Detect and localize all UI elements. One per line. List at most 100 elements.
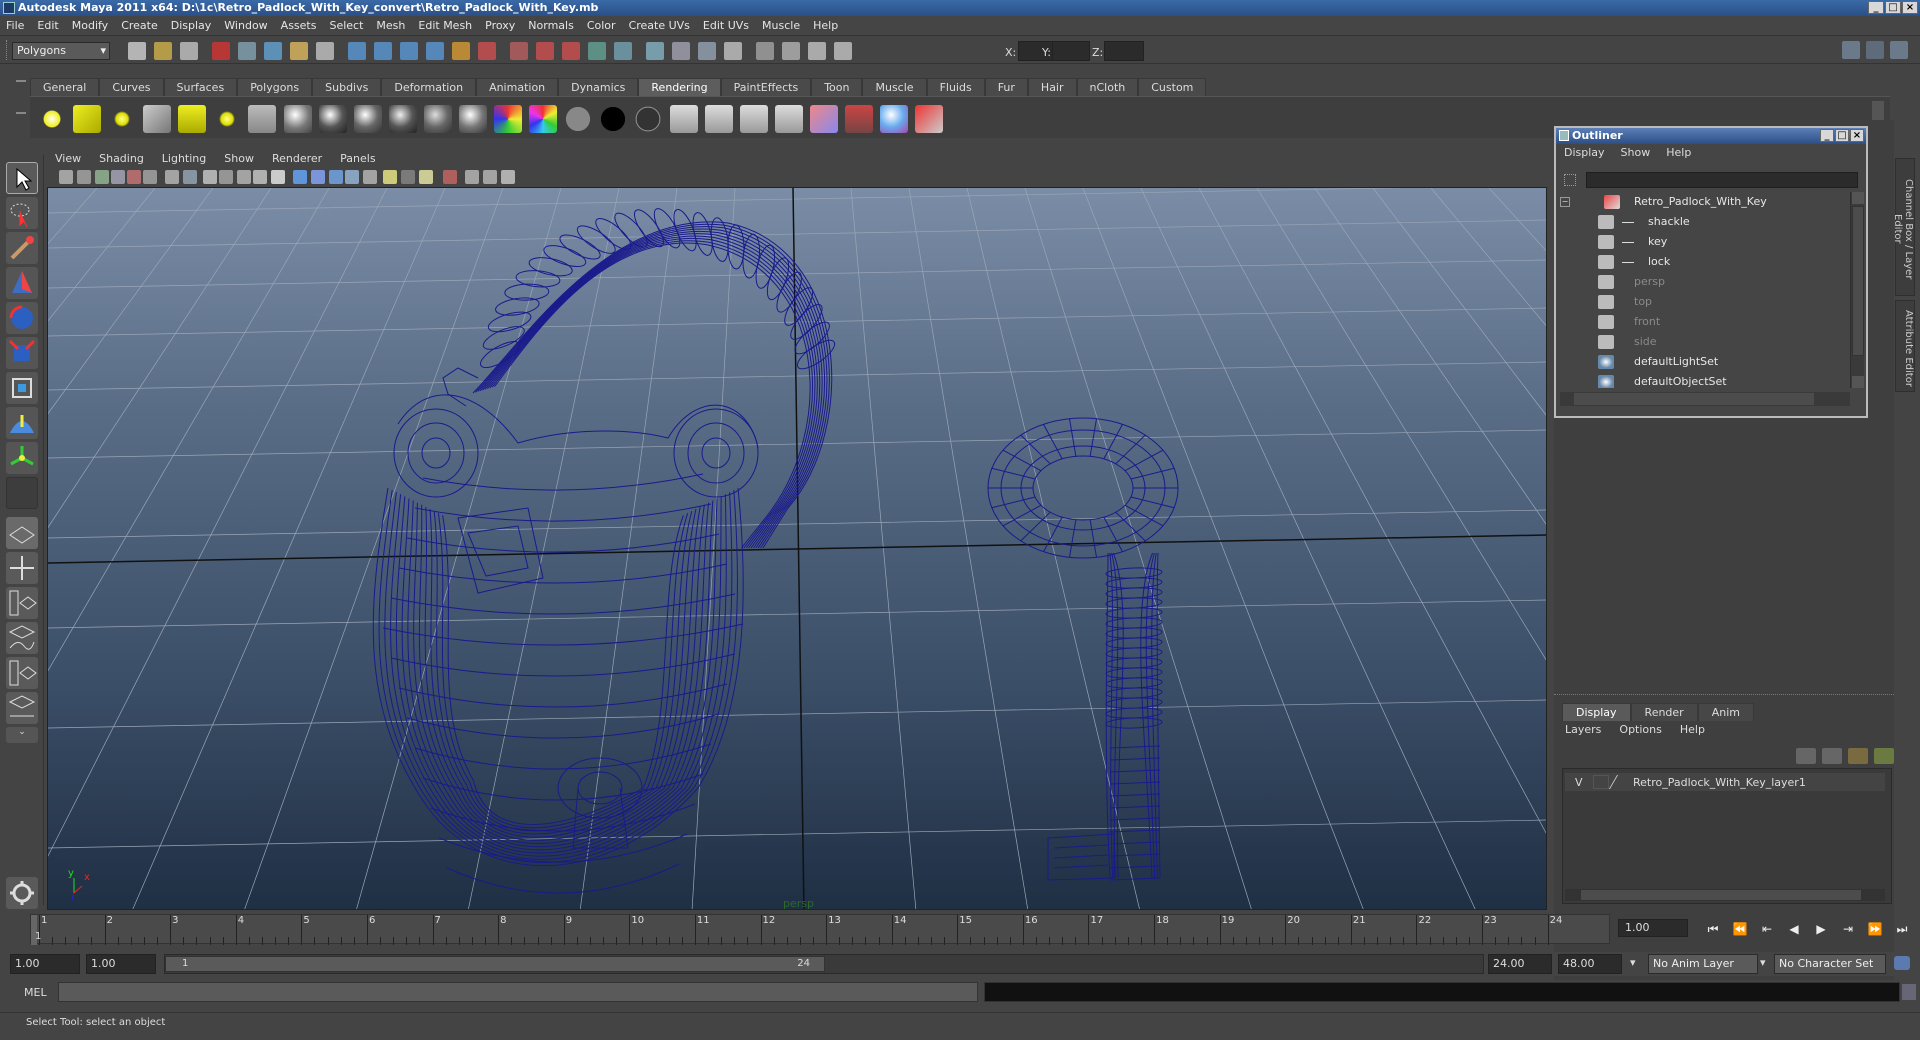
shelf-tab-muscle[interactable]: Muscle xyxy=(862,78,927,96)
field-chart-icon[interactable] xyxy=(237,170,251,184)
panel-menu-panels[interactable]: Panels xyxy=(340,152,375,165)
highlight-selection-icon[interactable] xyxy=(316,42,334,60)
attribute-editor-icon[interactable] xyxy=(724,42,742,60)
phong-e-material-icon[interactable] xyxy=(389,105,417,133)
scroll-up-arrow-icon[interactable] xyxy=(1852,192,1864,204)
script-editor-button-icon[interactable] xyxy=(1902,984,1916,1000)
universal-manipulator-icon[interactable] xyxy=(6,372,38,404)
show-hypershade-icon[interactable] xyxy=(672,42,690,60)
menu-modify[interactable]: Modify xyxy=(72,19,108,32)
attribute-editor-side-tab[interactable]: Attribute Editor xyxy=(1895,300,1915,392)
textured-icon[interactable] xyxy=(363,170,377,184)
range-slider-track[interactable]: 1 24 xyxy=(164,954,1484,974)
play-forwards-icon[interactable]: ▶ xyxy=(1810,920,1832,938)
menu-file[interactable]: File xyxy=(6,19,24,32)
grease-pencil-icon[interactable] xyxy=(143,170,157,184)
menu-create-uvs[interactable]: Create UVs xyxy=(629,19,690,32)
viewport-canvas[interactable]: persp y x xyxy=(48,188,1547,910)
step-forward-key-icon[interactable]: ⇥ xyxy=(1837,920,1859,938)
character-set-dropdown[interactable]: No Character Set xyxy=(1774,954,1886,974)
shelf-tab-polygons[interactable]: Polygons xyxy=(237,78,313,96)
backface-cull-icon[interactable] xyxy=(501,170,515,184)
shelf-tab-rendering[interactable]: Rendering xyxy=(638,78,721,96)
shelf-tab-fur[interactable]: Fur xyxy=(984,78,1028,96)
paint-effects-icon[interactable] xyxy=(880,105,908,133)
render-current-frame-icon[interactable] xyxy=(670,105,698,133)
ambient-light-icon[interactable] xyxy=(38,105,66,133)
show-channel-box-icon[interactable] xyxy=(1890,41,1908,59)
animation-start-field[interactable]: 1.00 xyxy=(10,954,80,974)
save-scene-icon[interactable] xyxy=(180,42,198,60)
anim-layer-dropdown[interactable]: No Anim Layer xyxy=(1648,954,1758,974)
construction-history-icon[interactable] xyxy=(562,42,580,60)
layer-row[interactable]: V Retro_Padlock_With_Key_layer1 xyxy=(1565,773,1885,791)
playback-start-field[interactable]: 1.00 xyxy=(86,954,156,974)
isolate-select-icon[interactable] xyxy=(443,170,457,184)
layer-menu-layers[interactable]: Layers xyxy=(1565,723,1601,736)
relative-transform-icon[interactable] xyxy=(834,42,852,60)
shelf-tab-general[interactable]: General xyxy=(30,78,100,96)
layout-four-panes-icon[interactable] xyxy=(6,552,38,584)
image-plane-icon[interactable] xyxy=(111,170,125,184)
safe-title-icon[interactable] xyxy=(271,170,285,184)
light-rig-icon[interactable] xyxy=(248,105,276,133)
snap-curve-icon[interactable] xyxy=(374,42,392,60)
render-settings-icon[interactable] xyxy=(740,105,768,133)
select-by-hierarchy-icon[interactable] xyxy=(212,42,230,60)
menu-muscle[interactable]: Muscle xyxy=(762,19,800,32)
outliner-scroll-thumb[interactable] xyxy=(1852,206,1864,356)
script-editor-icon[interactable] xyxy=(6,877,38,909)
outliner-item[interactable]: persp xyxy=(1556,272,1846,292)
render-frame-icon[interactable] xyxy=(588,42,606,60)
output-ops-icon[interactable] xyxy=(536,42,554,60)
open-scene-icon[interactable] xyxy=(154,42,172,60)
outliner-menu-show[interactable]: Show xyxy=(1621,144,1651,162)
menu-edit[interactable]: Edit xyxy=(37,19,58,32)
layer-menu-help[interactable]: Help xyxy=(1680,723,1705,736)
show-tool-settings-icon[interactable] xyxy=(1866,41,1884,59)
show-attribute-editor-icon[interactable] xyxy=(1842,41,1860,59)
layered-shader-icon[interactable] xyxy=(494,105,522,133)
safe-action-icon[interactable] xyxy=(253,170,267,184)
layout-persp-graph-icon[interactable] xyxy=(6,622,38,654)
wireframe-icon[interactable] xyxy=(293,170,307,184)
pane-separator[interactable] xyxy=(1554,694,1894,698)
shelf-tab-painteffects[interactable]: PaintEffects xyxy=(720,78,812,96)
2d-pan-zoom-icon[interactable] xyxy=(127,170,141,184)
resolution-gate-icon[interactable] xyxy=(203,170,217,184)
layer-tab-display[interactable]: Display xyxy=(1562,703,1631,721)
z-field[interactable] xyxy=(1104,41,1144,61)
tool-settings-icon[interactable] xyxy=(782,42,800,60)
panel-menu-shading[interactable]: Shading xyxy=(99,152,144,165)
outliner-item[interactable]: − Retro_Padlock_With_Key xyxy=(1556,192,1846,212)
directional-light-icon[interactable] xyxy=(73,105,101,133)
area-light-icon[interactable] xyxy=(178,105,206,133)
outliner-menu-display[interactable]: Display xyxy=(1564,144,1605,162)
ipr-render-icon[interactable] xyxy=(705,105,733,133)
outliner-search-field[interactable] xyxy=(1586,172,1858,188)
layout-persp-trax-icon[interactable] xyxy=(6,692,38,724)
perspective-viewport[interactable]: persp y x xyxy=(47,187,1547,910)
panel-menu-renderer[interactable]: Renderer xyxy=(272,152,322,165)
panel-menu-view[interactable]: View xyxy=(55,152,81,165)
layout-hypershade-icon[interactable] xyxy=(6,657,38,689)
panel-menu-lighting[interactable]: Lighting xyxy=(162,152,206,165)
outliner-close-button[interactable]: × xyxy=(1850,129,1864,142)
graph-editor-icon[interactable] xyxy=(756,42,774,60)
menu-select[interactable]: Select xyxy=(329,19,363,32)
menu-window[interactable]: Window xyxy=(224,19,267,32)
menu-normals[interactable]: Normals xyxy=(528,19,574,32)
select-camera-icon[interactable] xyxy=(59,170,73,184)
phong-material-icon[interactable] xyxy=(354,105,382,133)
layer-display-type-toggle[interactable] xyxy=(1593,775,1609,789)
shelf-options-grip[interactable] xyxy=(14,76,28,138)
menu-color[interactable]: Color xyxy=(587,19,616,32)
input-ops-icon[interactable] xyxy=(478,42,496,60)
lambert-material-icon[interactable] xyxy=(284,105,312,133)
smooth-shade-icon[interactable] xyxy=(311,170,325,184)
menu-help[interactable]: Help xyxy=(813,19,838,32)
scale-tool-icon[interactable] xyxy=(6,337,38,369)
snap-view-plane-icon[interactable] xyxy=(426,42,444,60)
x-ray-icon[interactable] xyxy=(345,170,359,184)
playback-end-field[interactable]: 24.00 xyxy=(1488,954,1552,974)
